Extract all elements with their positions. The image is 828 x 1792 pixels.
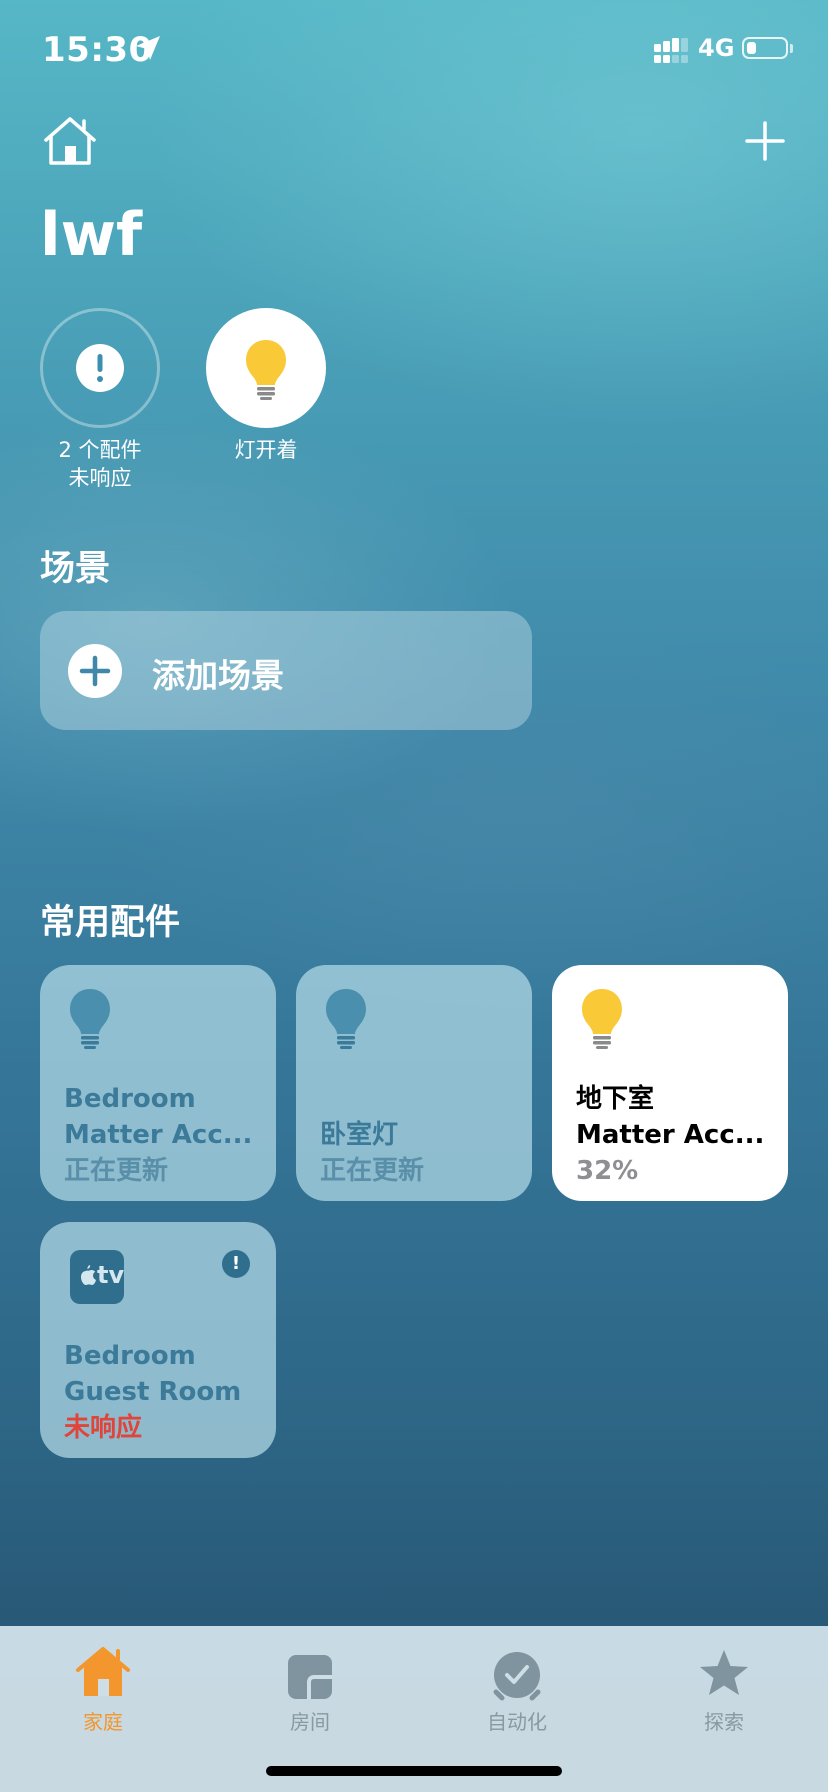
tab-discover[interactable]: 探索 xyxy=(664,1640,784,1740)
location-arrow-icon xyxy=(136,36,160,60)
battery-nub xyxy=(790,44,793,53)
not-responding-caption: 2 个配件 未响应 xyxy=(10,436,190,492)
tab-label: 探索 xyxy=(704,1710,744,1734)
tile-name-line1: 地下室 xyxy=(576,1084,655,1114)
not-responding-count: 2 个配件 xyxy=(58,438,142,462)
accessory-tile-guest-room-tv[interactable]: tv ! Bedroom Guest Room 未响应 xyxy=(40,1222,276,1458)
tab-label: 房间 xyxy=(290,1710,330,1734)
tile-status: 正在更新 xyxy=(64,1156,169,1186)
automation-icon xyxy=(493,1652,541,1701)
network-type: 4G xyxy=(698,34,735,62)
not-responding-text: 未响应 xyxy=(68,466,132,490)
tile-name: Bedroom Guest Room xyxy=(64,1338,264,1410)
tab-rooms[interactable]: 房间 xyxy=(250,1640,370,1740)
tile-status: 正在更新 xyxy=(320,1156,425,1186)
lightbulb-icon xyxy=(582,989,622,1049)
battery-icon xyxy=(742,37,788,59)
plus-circle-icon xyxy=(68,644,122,698)
lightbulb-icon xyxy=(326,989,366,1049)
room-icon xyxy=(288,1655,332,1699)
tile-name-line2: Matter Acc... xyxy=(576,1120,765,1150)
favorites-section-title: 常用配件 xyxy=(40,903,181,943)
tv-badge-text: tv xyxy=(97,1261,125,1289)
tab-label: 家庭 xyxy=(83,1710,123,1734)
tile-name-line1: Bedroom xyxy=(64,1084,196,1114)
star-icon xyxy=(700,1650,748,1695)
tile-status: 32% xyxy=(576,1156,639,1186)
scenes-section-title: 场景 xyxy=(40,549,111,589)
home-settings-button[interactable] xyxy=(42,116,98,166)
tile-name: 地下室 Matter Acc... xyxy=(576,1081,776,1153)
tile-name: 卧室灯 xyxy=(320,1117,520,1153)
tab-label: 自动化 xyxy=(487,1710,547,1734)
tile-name-line2: Guest Room xyxy=(64,1377,242,1407)
accessory-tile-bedroom-light[interactable]: 卧室灯 正在更新 xyxy=(296,965,532,1201)
home-title: lwf xyxy=(40,200,143,270)
cellular-signal-icon xyxy=(654,38,688,63)
alert-badge-icon: ! xyxy=(222,1250,250,1278)
tile-name: Bedroom Matter Acc... xyxy=(64,1081,264,1153)
not-responding-status-button[interactable] xyxy=(40,308,160,428)
home-indicator[interactable] xyxy=(266,1766,562,1776)
exclamation-icon xyxy=(76,344,124,392)
tile-status: 未响应 xyxy=(64,1413,143,1443)
accessory-tile-basement-matter[interactable]: 地下室 Matter Acc... 32% xyxy=(552,965,788,1201)
tile-name-line1: Bedroom xyxy=(64,1341,196,1371)
add-scene-button[interactable]: 添加场景 xyxy=(40,611,532,730)
add-scene-label: 添加场景 xyxy=(152,656,284,695)
tile-name-line2: Matter Acc... xyxy=(64,1120,253,1150)
apple-tv-icon: tv xyxy=(70,1250,124,1304)
tab-home[interactable]: 家庭 xyxy=(43,1640,163,1740)
status-bar: 15:30 4G xyxy=(0,0,828,100)
tile-name-line2: 卧室灯 xyxy=(320,1120,399,1150)
tab-automation[interactable]: 自动化 xyxy=(457,1640,577,1740)
lightbulb-icon xyxy=(70,989,110,1049)
lights-on-caption: 灯开着 xyxy=(234,438,298,462)
accessory-tile-bedroom-matter[interactable]: Bedroom Matter Acc... 正在更新 xyxy=(40,965,276,1201)
battery-level xyxy=(747,42,756,54)
add-button[interactable] xyxy=(744,120,786,162)
lightbulb-icon xyxy=(246,340,286,400)
house-icon xyxy=(76,1647,130,1696)
lights-on-status-button[interactable] xyxy=(206,308,326,428)
